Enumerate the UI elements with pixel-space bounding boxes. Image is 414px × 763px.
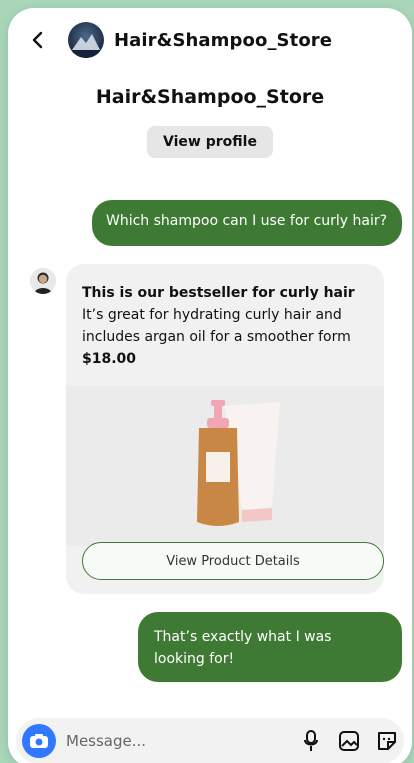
product-message-card: This is our bestseller for curly hair It…: [66, 264, 384, 594]
image-icon[interactable]: [336, 728, 362, 754]
view-product-details-button[interactable]: View Product Details: [82, 542, 384, 580]
product-image[interactable]: [66, 386, 384, 546]
profile-name: Hair&Shampoo_Store: [95, 86, 325, 108]
sticker-icon[interactable]: [374, 728, 400, 754]
message-composer: [16, 718, 404, 763]
camera-icon[interactable]: [22, 724, 56, 758]
message-input[interactable]: [66, 732, 286, 750]
outgoing-message: That’s exactly what I was looking for!: [138, 612, 402, 682]
chevron-left-icon[interactable]: [26, 28, 50, 52]
microphone-icon[interactable]: [298, 728, 324, 754]
agent-avatar: [30, 268, 56, 294]
chat-screen: Hair&Shampoo_Store Hair&Shampoo_Store Vi…: [8, 8, 412, 763]
store-avatar[interactable]: [68, 22, 104, 58]
top-bar: Hair&Shampoo_Store: [8, 8, 412, 72]
outgoing-message: Which shampoo can I use for curly hair?: [92, 200, 402, 246]
profile-header: Hair&Shampoo_Store View profile: [8, 86, 412, 158]
product-description: This is our bestseller for curly hair It…: [66, 264, 384, 382]
product-title: This is our bestseller for curly hair: [82, 285, 355, 301]
product-body: It’s great for hydrating curly hair and …: [82, 307, 351, 345]
view-profile-button[interactable]: View profile: [147, 126, 273, 158]
product-price: $18.00: [82, 351, 137, 367]
store-name-header: Hair&Shampoo_Store: [114, 29, 333, 51]
